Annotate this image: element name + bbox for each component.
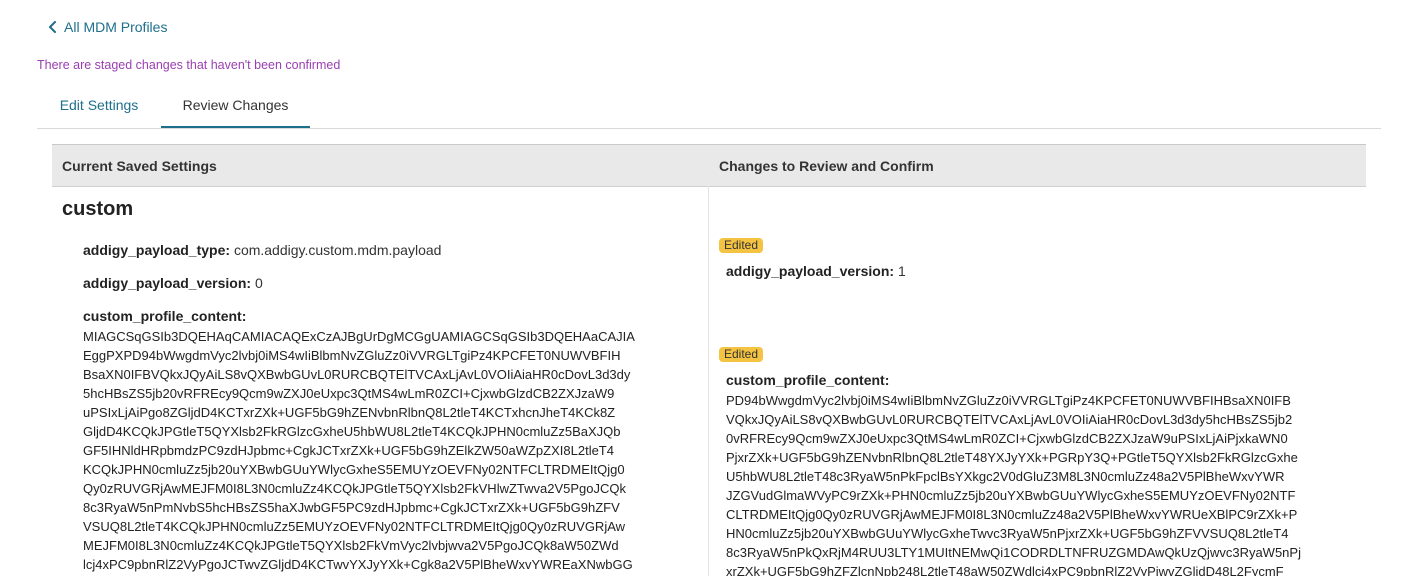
content-line: JZGVudGlmaWVyPC9rZXk+PHN0cmluZz5jb20uYXB… bbox=[726, 488, 1296, 503]
field-profile-content: custom_profile_content: bbox=[83, 308, 246, 324]
edited-badge: Edited bbox=[719, 238, 764, 253]
back-to-profiles-link[interactable]: All MDM Profiles bbox=[48, 19, 167, 35]
content-line: 5hcHBsZS5jb20vRFREcy9Qcm9wZXJ0eUxpc3QtMS… bbox=[83, 386, 615, 401]
content-line: MIAGCSqGSIb3DQEHAqCAMIACAQExCzAJBgUrDgMC… bbox=[83, 329, 635, 344]
content-line: VSUQ8L2tleT4KCQkJPHN0cmluZz5EMUYzOEVFNy0… bbox=[83, 519, 626, 534]
changed-field-profile-content: custom_profile_content: bbox=[726, 372, 889, 388]
content-line: xrZXk+UGF5bG9hZFZlcnNpb248L2tleT48aW50ZW… bbox=[726, 564, 1284, 576]
content-line: KCQkJPHN0cmluZz5jb20uYXBwbGUuYWlycGxheS5… bbox=[83, 462, 625, 477]
field-payload-version: addigy_payload_version: 0 bbox=[83, 275, 263, 291]
content-line: EggPXPD94bWwgdmVyc2lvbj0iMS4wIiBlbmNvZGl… bbox=[83, 348, 621, 363]
content-line: CLTRDMEItQjg0Qy0zRUVGRjAwMEJFM0I8L3N0cml… bbox=[726, 507, 1298, 522]
content-line: 8c3RyaW5nPmNvbS5hcHBsZS5haXJwbGF5PC9zdHJ… bbox=[83, 500, 620, 515]
back-link-label[interactable]: All MDM Profiles bbox=[64, 19, 167, 35]
field-value: 0 bbox=[254, 275, 263, 291]
content-line: HN0cmluZz5jb20uYXBwbGUuYWlycGxheTwvc3Rya… bbox=[726, 526, 1289, 541]
field-payload-type: addigy_payload_type: com.addigy.custom.m… bbox=[83, 242, 441, 258]
column-divider bbox=[708, 186, 709, 576]
content-line: U5hbWU8L2tleT48c3RyaW5nPkFpclBsYXkgc2V0d… bbox=[726, 469, 1285, 484]
changed-field-payload-version: addigy_payload_version: 1 bbox=[726, 263, 906, 279]
tab-edit-settings[interactable]: Edit Settings bbox=[37, 88, 161, 128]
content-line: lcj4xPC9pbnRlZ2VyPgoJCTwvZGljdD4KCTwvYXJ… bbox=[83, 557, 633, 572]
table-header: Current Saved Settings Changes to Review… bbox=[52, 145, 1366, 187]
content-line: 8c3RyaW5nPkQxRjM4RUU3LTY1MUItNEMwQi1CODR… bbox=[726, 545, 1301, 560]
field-key: addigy_payload_version: bbox=[726, 263, 895, 279]
current-settings-header: Current Saved Settings bbox=[62, 158, 217, 174]
chevron-left-icon bbox=[49, 21, 56, 33]
content-line: MEJFM0I8L3N0cmluZz4KCQkJPGtleT5QYXlsb2Fk… bbox=[83, 538, 619, 553]
field-key: addigy_payload_version: bbox=[83, 275, 252, 291]
current-profile-content: MIAGCSqGSIb3DQEHAqCAMIACAQExCzAJBgUrDgMC… bbox=[83, 327, 683, 574]
content-line: uPSIxLjAiPgo8ZGljdD4KCTxrZXk+UGF5bG9hZEN… bbox=[83, 405, 616, 420]
content-line: GF5IHNldHRpbmdzPC9zdHJpbmc+CgkJCTxrZXk+U… bbox=[83, 443, 614, 458]
content-line: 0vRFREcy9Qcm9wZXJ0eUxpc3QtMS4wLmR0ZCI+Cj… bbox=[726, 431, 1288, 446]
content-line: BsaXN0IFBVQkxJQyAiLS8vQXBwbGUvL0RURCBQTE… bbox=[83, 367, 631, 382]
changed-profile-content: PD94bWwgdmVyc2lvbj0iMS4wIiBlbmNvZGluZz0i… bbox=[726, 391, 1356, 576]
profile-review-page: All MDM Profiles There are staged change… bbox=[0, 0, 1404, 576]
content-line: PD94bWwgdmVyc2lvbj0iMS4wIiBlbmNvZGluZz0i… bbox=[726, 393, 1291, 408]
tab-bar: Edit Settings Review Changes bbox=[37, 88, 1381, 129]
field-key: custom_profile_content: bbox=[726, 372, 890, 388]
tab-review-changes[interactable]: Review Changes bbox=[161, 88, 310, 128]
content-line: VQkxJQyAiLS8vQXBwbGUvL0RURCBQTElTVCAxLjA… bbox=[726, 412, 1293, 427]
field-key: addigy_payload_type: bbox=[83, 242, 231, 258]
edited-badge: Edited bbox=[719, 347, 764, 362]
content-line: Qy0zRUVGRjAwMEJFM0I8L3N0cmluZz4KCQkJPGtl… bbox=[83, 481, 627, 496]
field-value: com.addigy.custom.mdm.payload bbox=[233, 242, 442, 258]
content-line: PjxrZXk+UGF5bG9hZENvbnRlbnQ8L2tleT48YXJy… bbox=[726, 450, 1298, 465]
field-value: 1 bbox=[897, 263, 906, 279]
field-key: custom_profile_content: bbox=[83, 308, 247, 324]
staged-changes-notice: There are staged changes that haven't be… bbox=[37, 58, 341, 72]
section-title: custom bbox=[62, 198, 134, 220]
content-line: GljdD4KCQkJPGtleT5QYXlsb2FkRGlzcGxheU5hb… bbox=[83, 424, 621, 439]
comparison-table: Current Saved Settings Changes to Review… bbox=[52, 144, 1366, 576]
changes-header: Changes to Review and Confirm bbox=[719, 158, 934, 174]
